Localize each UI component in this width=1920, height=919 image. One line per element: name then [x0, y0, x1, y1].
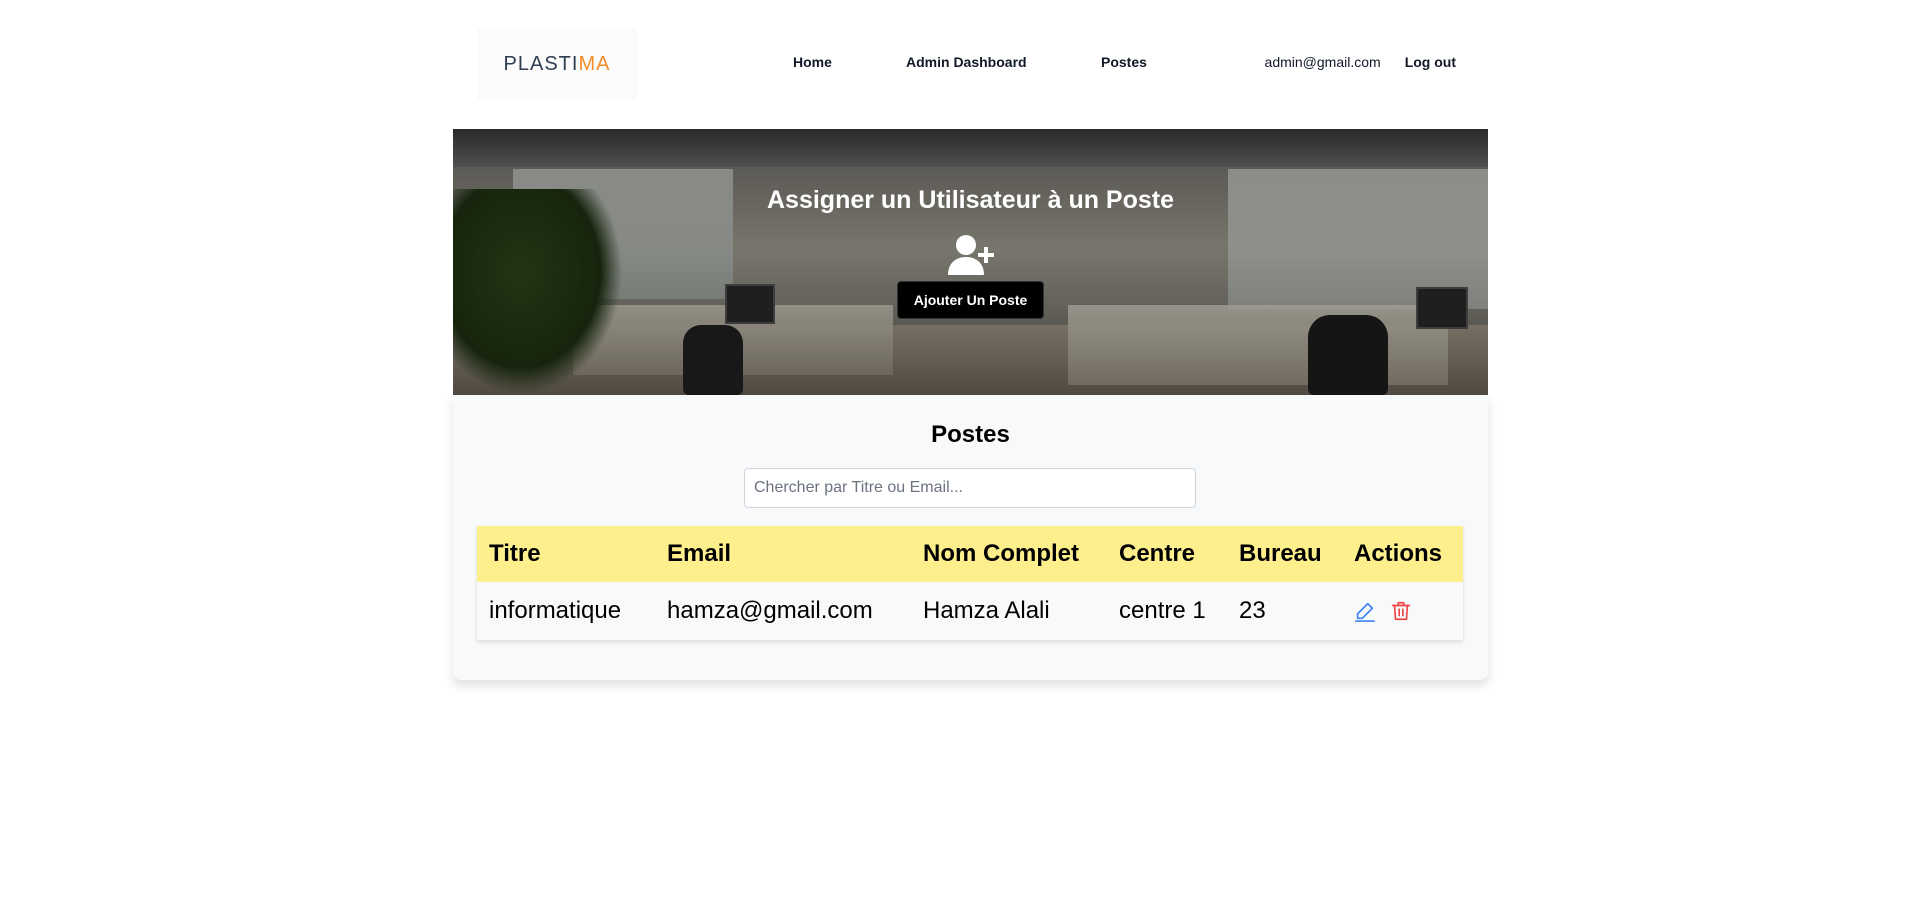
hero-content: Assigner un Utilisateur à un Poste Ajout…: [453, 129, 1488, 395]
cell-centre: centre 1: [1119, 597, 1206, 624]
logo-text-primary: PLASTI: [503, 52, 579, 75]
user-email: admin@gmail.com: [1264, 54, 1381, 70]
table-row: informatique hamza@gmail.com Hamza Alali…: [477, 582, 1463, 640]
cell-nom-complet: Hamza Alali: [923, 597, 1050, 624]
logout-button[interactable]: Log out: [1405, 54, 1456, 70]
column-header-actions: Actions: [1342, 526, 1463, 582]
nav-user-area: admin@gmail.com Log out: [1265, 54, 1456, 70]
column-header-nom-complet[interactable]: Nom Complet: [911, 526, 1107, 582]
logo-text: PLASTIMA: [504, 53, 611, 76]
cell-email: hamza@gmail.com: [667, 597, 873, 624]
nav-link-home[interactable]: Home: [793, 54, 832, 70]
hero-title: Assigner un Utilisateur à un Poste: [766, 186, 1175, 214]
cell-actions: [1342, 582, 1463, 640]
column-header-email[interactable]: Email: [655, 526, 911, 582]
trash-icon[interactable]: [1390, 600, 1412, 622]
column-header-centre[interactable]: Centre: [1107, 526, 1227, 582]
postes-card: Postes Titre Email Nom Complet Centre Bu…: [453, 395, 1488, 680]
page: PLASTIMA Home Admin Dashboard Postes adm…: [453, 0, 1488, 680]
nav-link-admin-dashboard[interactable]: Admin Dashboard: [906, 54, 1027, 70]
edit-icon[interactable]: [1354, 600, 1376, 622]
cell-bureau: 23: [1239, 597, 1266, 624]
logo[interactable]: PLASTIMA: [477, 28, 637, 100]
hero-banner: Assigner un Utilisateur à un Poste Ajout…: [453, 129, 1488, 395]
postes-table: Titre Email Nom Complet Centre Bureau Ac…: [477, 526, 1463, 640]
table-header-row: Titre Email Nom Complet Centre Bureau Ac…: [477, 526, 1463, 582]
postes-title: Postes: [931, 421, 1010, 448]
search-input[interactable]: [744, 468, 1196, 508]
navbar: PLASTIMA Home Admin Dashboard Postes adm…: [453, 0, 1488, 129]
row-actions: [1354, 582, 1451, 640]
logo-text-accent: MA: [578, 52, 611, 75]
user-plus-icon: [947, 235, 994, 275]
nav-link-postes[interactable]: Postes: [1101, 54, 1147, 70]
add-poste-button[interactable]: Ajouter Un Poste: [896, 281, 1045, 319]
column-header-bureau[interactable]: Bureau: [1227, 526, 1342, 582]
column-header-titre[interactable]: Titre: [477, 526, 655, 582]
cell-titre: informatique: [489, 597, 622, 624]
